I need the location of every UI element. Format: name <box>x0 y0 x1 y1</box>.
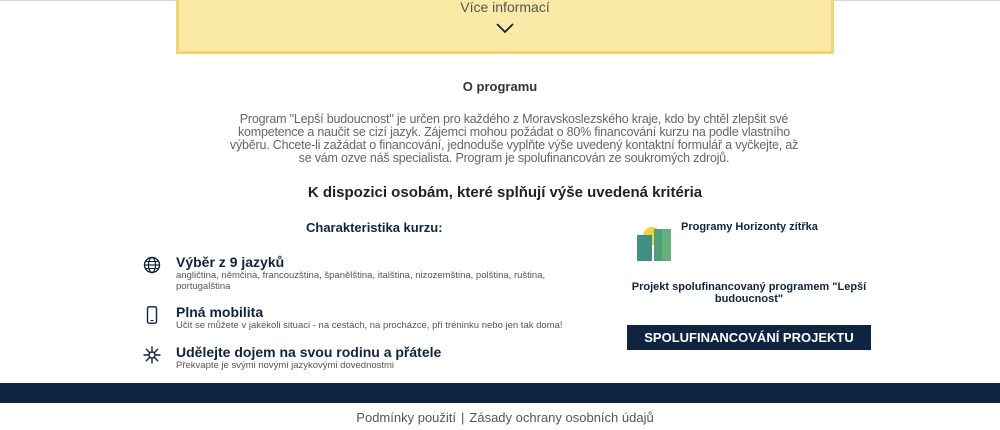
feature-title: Udělejte dojem na svou rodinu a přátele <box>176 344 442 360</box>
feature-title: Plná mobilita <box>176 304 264 320</box>
more-info-toggle[interactable]: Více informací <box>176 0 834 54</box>
availability-title: K dispozici osobám, které splňují výše u… <box>307 184 703 201</box>
feature-item: Udělejte dojem na svou rodinu a přátele … <box>143 344 583 374</box>
feature-item: Výběr z 9 jazyků angličtina, němčina, fr… <box>143 254 583 294</box>
terms-link[interactable]: Podmínky použití <box>356 410 456 425</box>
feature-description: Překvapte je svými novými jazykovými dov… <box>176 360 395 371</box>
footer-band <box>0 383 1000 403</box>
about-title: O programu <box>462 79 538 94</box>
sparkle-icon <box>143 346 161 364</box>
cofinanced-text: Projekt spolufinancovaný programem "Lepš… <box>631 281 867 305</box>
feature-title: Výběr z 9 jazyků <box>176 254 285 270</box>
horizonty-logo <box>637 227 671 261</box>
footer-separator: | <box>461 410 465 425</box>
feature-description: Učit se můžete v jakékoli situaci - na c… <box>176 320 563 331</box>
about-text: Program "Lepší budoucnost" je určen pro … <box>229 112 799 165</box>
cofinancing-button[interactable]: SPOLUFINANCOVÁNÍ PROJEKTU <box>627 325 871 350</box>
more-info-label: Více informací <box>460 0 550 15</box>
chevron-down-icon[interactable] <box>495 21 515 35</box>
sponsor-name: Programy Horizonty zítřka <box>681 221 818 233</box>
course-title: Charakteristika kurzu: <box>306 220 443 235</box>
feature-item: Plná mobilita Učit se můžete v jakékoli … <box>143 304 583 334</box>
feature-description: angličtina, němčina, francouzština, špan… <box>176 270 546 292</box>
footer-links: Podmínky použití | Zásady ochrany osobních… <box>0 410 1000 425</box>
globe-icon <box>143 256 161 274</box>
privacy-link[interactable]: Zásady ochrany osobních údajů <box>469 410 653 425</box>
smartphone-icon <box>146 306 158 324</box>
